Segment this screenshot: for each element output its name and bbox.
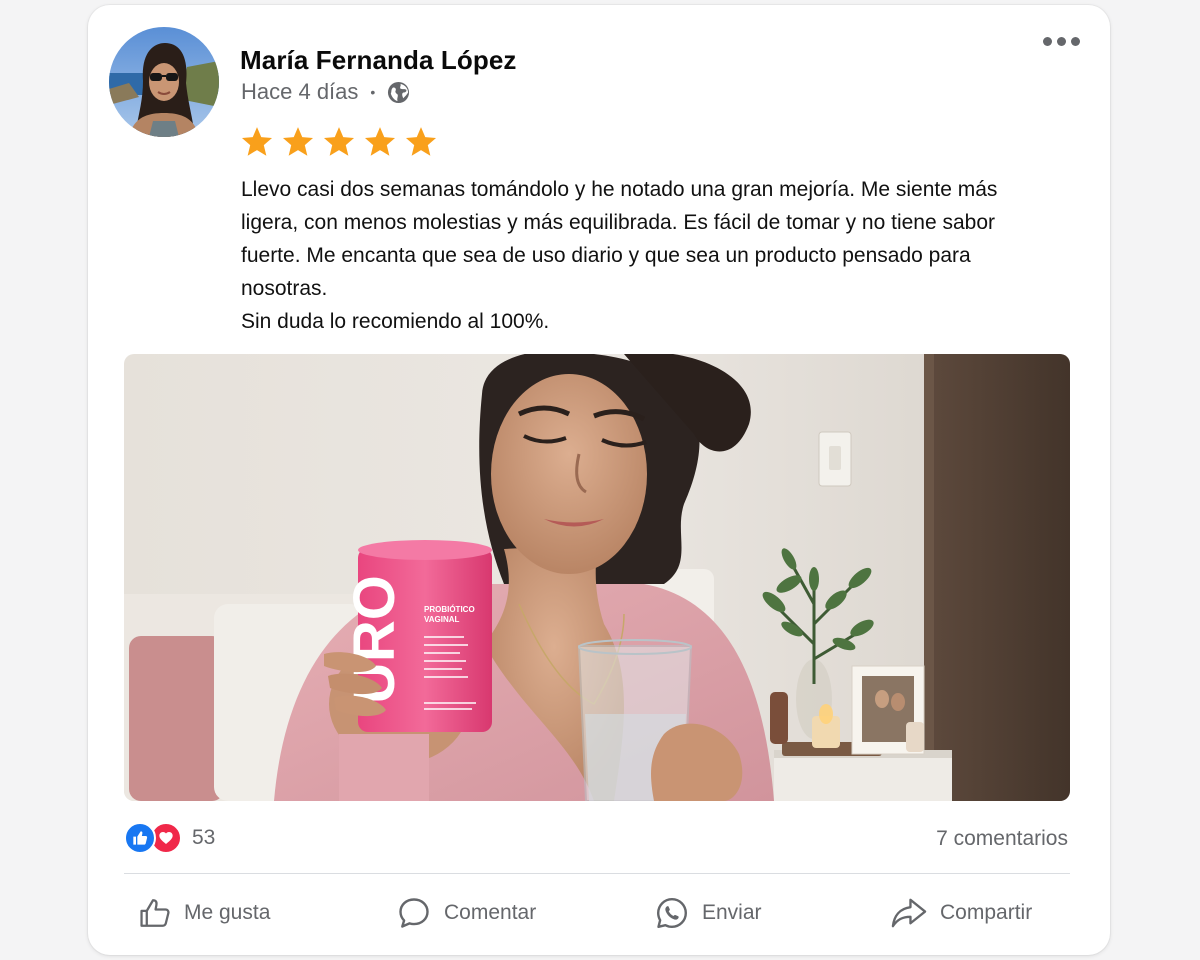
share-button-label: Compartir	[940, 901, 1033, 924]
share-button[interactable]: Compartir	[890, 885, 1032, 941]
comments-count-link[interactable]: 7 comentarios	[936, 827, 1068, 851]
action-bar: Me gusta Comentar Enviar Compartir	[124, 885, 1070, 941]
reactions-summary[interactable]: 53	[124, 822, 215, 854]
avatar[interactable]	[109, 27, 219, 137]
star-icon	[323, 127, 355, 156]
review-paragraph: Sin duda lo recomiendo al 100%.	[241, 310, 550, 333]
like-button-label: Me gusta	[184, 901, 271, 924]
like-icon	[124, 822, 156, 854]
star-icon	[282, 127, 314, 156]
reaction-count: 53	[192, 826, 216, 849]
divider	[124, 873, 1070, 874]
like-button[interactable]: Me gusta	[138, 885, 270, 941]
star-rating	[240, 125, 438, 159]
avatar-image	[109, 27, 219, 137]
star-icon	[364, 127, 396, 156]
comment-button-label: Comentar	[444, 901, 537, 924]
star-icon	[405, 127, 437, 156]
comment-button[interactable]: Comentar	[396, 885, 536, 941]
post-time[interactable]: Hace 4 días	[241, 79, 358, 105]
post-photo[interactable]: URO PROBIÓTICO VAGINAL	[124, 354, 1070, 801]
globe-icon	[387, 81, 410, 104]
star-icon	[241, 127, 273, 156]
svg-text:VAGINAL: VAGINAL	[424, 615, 460, 624]
review-text: Llevo casi dos semanas tomándolo y he no…	[241, 173, 1041, 338]
meta-separator: •	[370, 84, 376, 100]
more-dot-icon	[1043, 37, 1052, 46]
share-arrow-icon	[891, 898, 927, 928]
post-card: María Fernanda López Hace 4 días • Llevo…	[88, 5, 1110, 955]
more-options-button[interactable]	[1037, 31, 1086, 52]
send-button[interactable]: Enviar	[654, 885, 762, 941]
svg-text:PROBIÓTICO: PROBIÓTICO	[424, 605, 475, 614]
post-meta: Hace 4 días •	[241, 79, 410, 105]
more-dot-icon	[1057, 37, 1066, 46]
send-button-label: Enviar	[702, 901, 762, 924]
author-name[interactable]: María Fernanda López	[240, 45, 517, 76]
thumbs-up-icon	[140, 899, 170, 927]
review-paragraph: Llevo casi dos semanas tomándolo y he no…	[241, 178, 998, 300]
comment-bubble-icon	[399, 898, 429, 928]
more-dot-icon	[1071, 37, 1080, 46]
photo-image: URO PROBIÓTICO VAGINAL	[124, 354, 1070, 801]
whatsapp-icon	[657, 898, 687, 928]
